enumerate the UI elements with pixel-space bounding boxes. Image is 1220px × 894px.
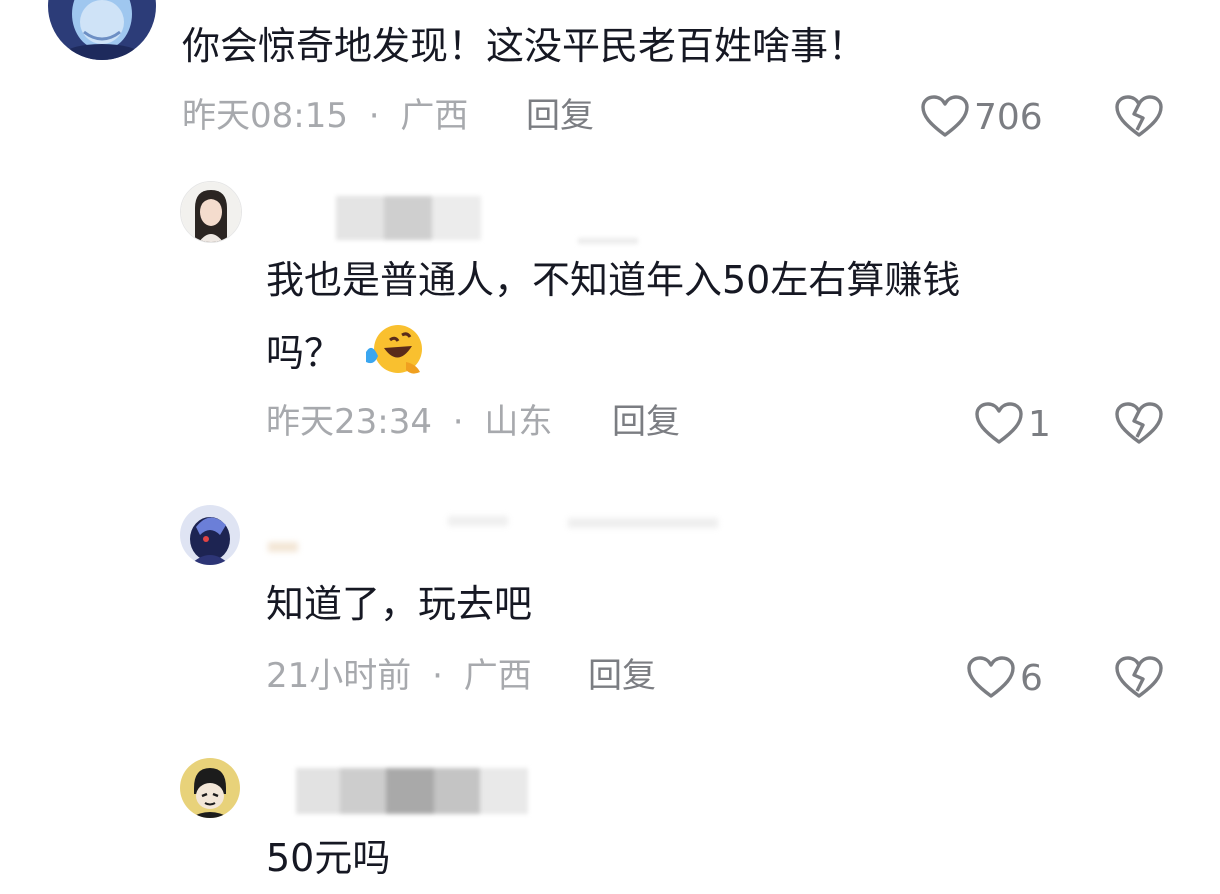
avatar[interactable] [48,0,156,60]
heart-outline-icon [974,401,1024,449]
username-redacted [266,768,528,814]
comment-text: 50元吗 [266,836,391,880]
broken-heart-icon [1114,95,1164,142]
username-redacted [266,196,481,240]
username-redacted [578,238,638,244]
like-count: 6 [1020,658,1043,699]
broken-heart-icon [1114,402,1164,449]
laughing-tears-emoji [362,322,428,389]
comment-meta: 昨天23:34 · 山东 [266,402,552,442]
broken-heart-icon [1114,656,1164,703]
dislike-button[interactable] [1114,94,1164,142]
heart-outline-icon [920,94,970,142]
comment-text: 知道了，玩去吧 [266,582,533,626]
comment-time: 21小时前 [266,656,412,696]
avatar[interactable] [180,758,240,818]
comment-meta: 21小时前 · 广西 [266,656,532,696]
like-button[interactable]: 1 [974,401,1051,449]
avatar[interactable] [180,181,242,243]
reply-button[interactable]: 回复 [612,402,680,442]
heart-outline-icon [966,655,1016,703]
username-redacted [268,512,728,556]
like-button[interactable]: 706 [920,94,1043,142]
comment-text: 吗？ [266,322,428,389]
comment-location: 山东 [484,402,553,442]
dislike-button[interactable] [1114,655,1164,703]
meta-separator: · [452,402,464,442]
comment-text: 你会惊奇地发现！这没平民老百姓啥事！ [182,24,867,68]
comment-text: 我也是普通人，不知道年入50左右算赚钱 [266,258,961,302]
reply-button[interactable]: 回复 [588,656,656,696]
comment-time: 昨天08:15 [182,96,348,136]
meta-separator: · [368,96,380,136]
comment-location: 广西 [463,656,532,696]
like-count: 706 [974,97,1043,138]
comment-text-end: 吗？ [266,331,343,375]
meta-separator: · [432,656,443,696]
dislike-button[interactable] [1114,401,1164,449]
reply-button[interactable]: 回复 [526,96,594,136]
comment-meta: 昨天08:15 · 广西 [182,96,468,136]
comment-time: 昨天23:34 [266,402,432,442]
avatar[interactable] [180,505,240,565]
like-button[interactable]: 6 [966,655,1043,703]
like-count: 1 [1028,404,1051,445]
comment-location: 广西 [400,96,469,136]
